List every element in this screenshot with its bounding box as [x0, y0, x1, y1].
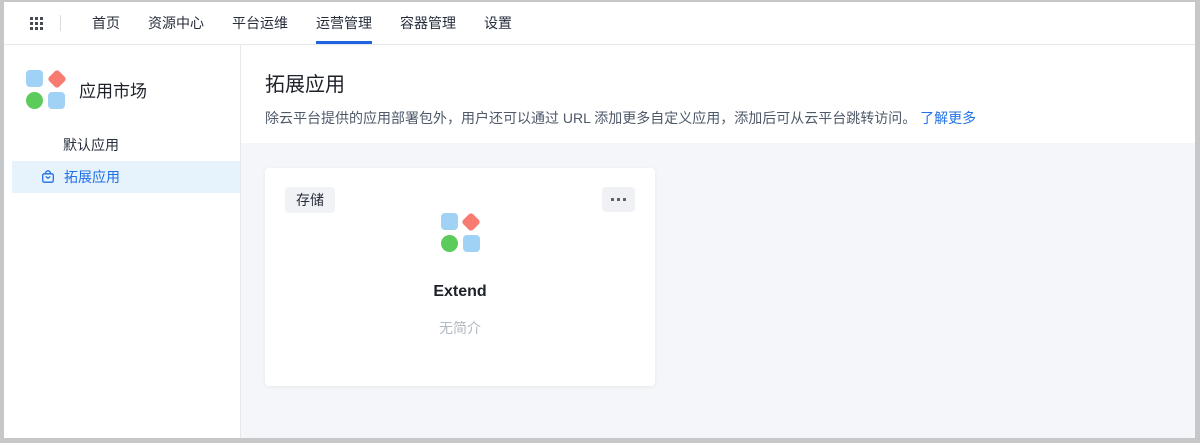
- logo-circle-shape: [26, 92, 43, 109]
- logo-square-shape: [441, 213, 458, 230]
- nav-item-operation-management[interactable]: 运营管理: [302, 2, 386, 44]
- card-logo-wrap: [285, 213, 635, 252]
- ellipsis-icon: [623, 198, 626, 201]
- page-header: 拓展应用 除云平台提供的应用部署包外，用户还可以通过 URL 添加更多自定义应用…: [241, 45, 1195, 143]
- nav-item-resource-center[interactable]: 资源中心: [134, 2, 218, 44]
- app-grid-icon: [30, 17, 43, 30]
- nav-item-home[interactable]: 首页: [78, 2, 134, 44]
- logo-square-shape: [463, 235, 480, 252]
- app-market-logo: [26, 70, 65, 109]
- app-window: 首页 资源中心 平台运维 运营管理 容器管理 设置 应用市场 默认应用: [4, 2, 1195, 438]
- logo-diamond-shape: [461, 212, 481, 232]
- sidebar-item-extended-apps[interactable]: 拓展应用: [12, 161, 240, 193]
- topbar-divider: [60, 15, 61, 31]
- page-description-text: 除云平台提供的应用部署包外，用户还可以通过 URL 添加更多自定义应用，添加后可…: [265, 110, 916, 126]
- main-area: 拓展应用 除云平台提供的应用部署包外，用户还可以通过 URL 添加更多自定义应用…: [241, 45, 1195, 438]
- nav-item-settings[interactable]: 设置: [470, 2, 526, 44]
- nav-item-container-management[interactable]: 容器管理: [386, 2, 470, 44]
- card-tag-storage: 存储: [285, 187, 335, 213]
- logo-square-shape: [48, 92, 65, 109]
- app-card-extend[interactable]: 存储 Extend 无: [265, 168, 655, 386]
- learn-more-link[interactable]: 了解更多: [920, 110, 976, 126]
- app-launcher-button[interactable]: [30, 2, 43, 44]
- card-app-name: Extend: [285, 283, 635, 301]
- logo-circle-shape: [441, 235, 458, 252]
- card-more-button[interactable]: [602, 187, 635, 212]
- content-area: 存储 Extend 无: [241, 143, 1195, 438]
- sidebar-item-label: 拓展应用: [64, 167, 120, 187]
- top-navigation-bar: 首页 资源中心 平台运维 运营管理 容器管理 设置: [4, 2, 1195, 45]
- sidebar-item-default-apps[interactable]: 默认应用: [12, 129, 240, 161]
- sidebar-item-label: 默认应用: [63, 135, 119, 155]
- sidebar-menu: 默认应用 拓展应用: [4, 129, 240, 193]
- card-app-description: 无简介: [285, 318, 635, 338]
- ellipsis-icon: [611, 198, 614, 201]
- logo-diamond-shape: [47, 69, 67, 89]
- logo-square-shape: [26, 70, 43, 87]
- bag-icon: [40, 169, 56, 185]
- sidebar-title: 应用市场: [79, 77, 147, 102]
- sidebar-header: 应用市场: [4, 45, 240, 109]
- page-description: 除云平台提供的应用部署包外，用户还可以通过 URL 添加更多自定义应用，添加后可…: [265, 108, 1171, 128]
- top-nav-menu: 首页 资源中心 平台运维 运营管理 容器管理 设置: [78, 2, 526, 44]
- sidebar: 应用市场 默认应用 拓展应用: [4, 45, 241, 438]
- page-title: 拓展应用: [265, 71, 1171, 99]
- nav-item-platform-ops[interactable]: 平台运维: [218, 2, 302, 44]
- ellipsis-icon: [617, 198, 620, 201]
- extend-app-logo: [441, 213, 480, 252]
